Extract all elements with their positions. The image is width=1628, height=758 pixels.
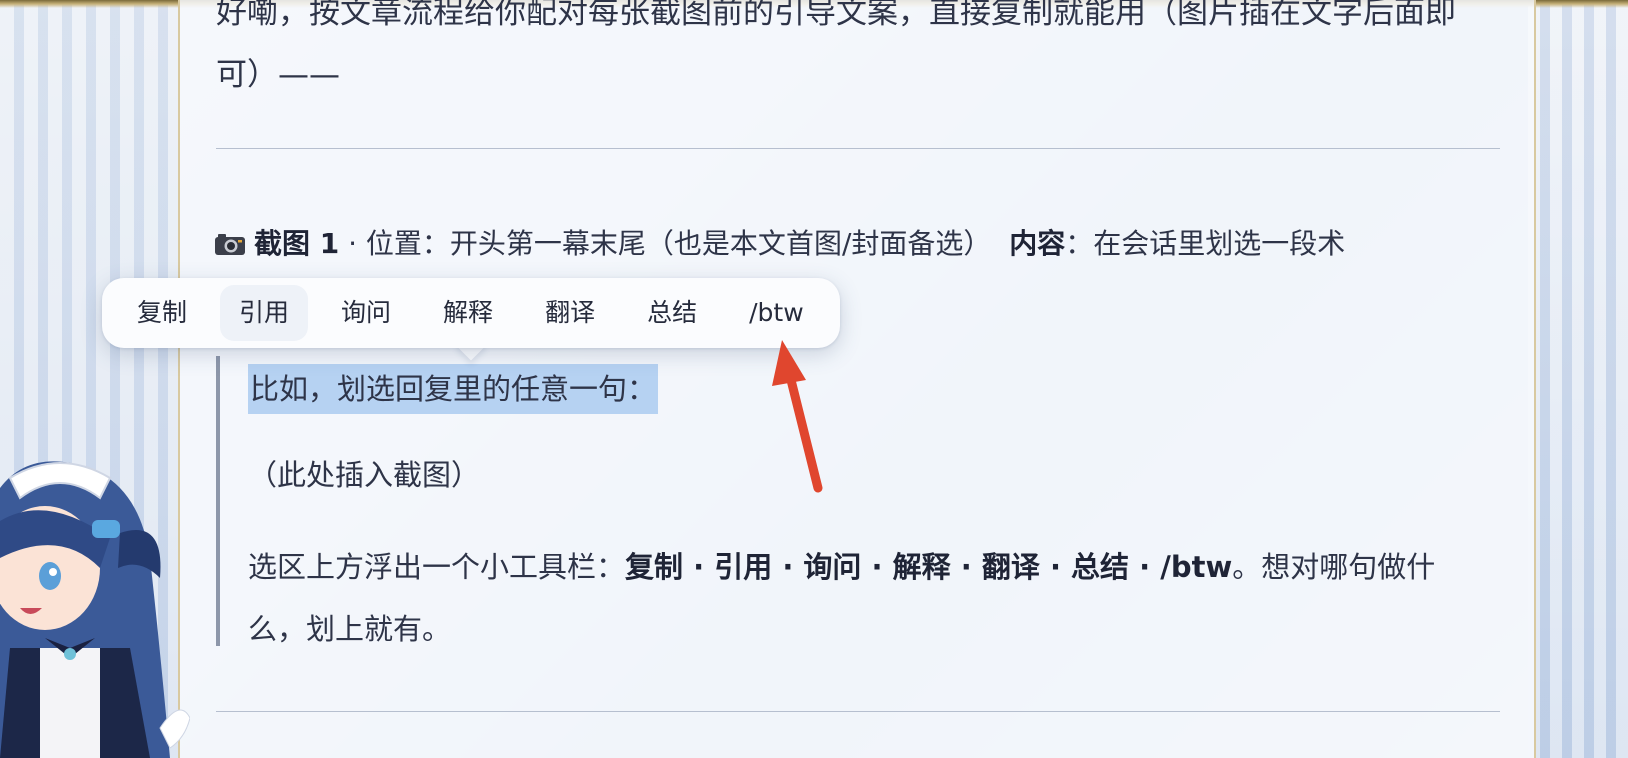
screenshot-content-label: 内容	[1009, 227, 1066, 260]
divider-bottom	[216, 711, 1500, 712]
selection-toolbar: 复制 引用 询问 解释 翻译 总结 /btw	[102, 278, 840, 348]
description-line-2: 么，划上就有。	[248, 612, 452, 646]
toolbar-summarize-button[interactable]: 总结	[628, 285, 716, 341]
screenshot-label: 截图 1	[254, 227, 340, 260]
description-suffix: 。想对哪句做什	[1232, 550, 1436, 584]
intro-line-1: 好嘞，按文章流程给你配对每张截图前的引导文案，直接复制就能用（图片插在文字后面即	[216, 0, 1456, 31]
intro-paragraph: 好嘞，按文章流程给你配对每张截图前的引导文案，直接复制就能用（图片插在文字后面即…	[216, 0, 1506, 106]
toolbar-btw-button[interactable]: /btw	[730, 285, 823, 341]
image-placeholder: （此处插入截图）	[248, 458, 481, 492]
selected-text[interactable]: 比如，划选回复里的任意一句：	[248, 364, 659, 414]
description-prefix: 选区上方浮出一个小工具栏：	[248, 550, 626, 584]
toolbar-ask-button[interactable]: 询问	[322, 285, 410, 341]
screenshot-content-text: ：在会话里划选一段术	[1065, 227, 1346, 260]
mascot-character	[0, 461, 190, 758]
screenshot-heading: 截图 1 · 位置：开头第一幕末尾（也是本文首图/封面备选） 内容：在会话里划选…	[214, 218, 1504, 270]
camera-icon	[215, 234, 245, 255]
toolbar-description: 选区上方浮出一个小工具栏：复制 · 引用 · 询问 · 解释 · 翻译 · 总结…	[248, 536, 1506, 660]
background-window-right	[1528, 0, 1628, 758]
toolbar-translate-button[interactable]: 翻译	[526, 285, 614, 341]
toolbar-explain-button[interactable]: 解释	[424, 285, 512, 341]
toolbar-quote-button[interactable]: 引用	[220, 285, 309, 341]
screenshot-position: · 位置：开头第一幕末尾（也是本文首图/封面备选）	[339, 227, 992, 260]
toolbar-copy-button[interactable]: 复制	[118, 285, 206, 341]
divider	[216, 148, 1500, 149]
intro-line-2: 可）——	[216, 57, 340, 93]
toolbar-list: 复制 · 引用 · 询问 · 解释 · 翻译 · 总结 · /btw	[625, 550, 1233, 584]
annotation-arrow-icon	[772, 340, 823, 493]
